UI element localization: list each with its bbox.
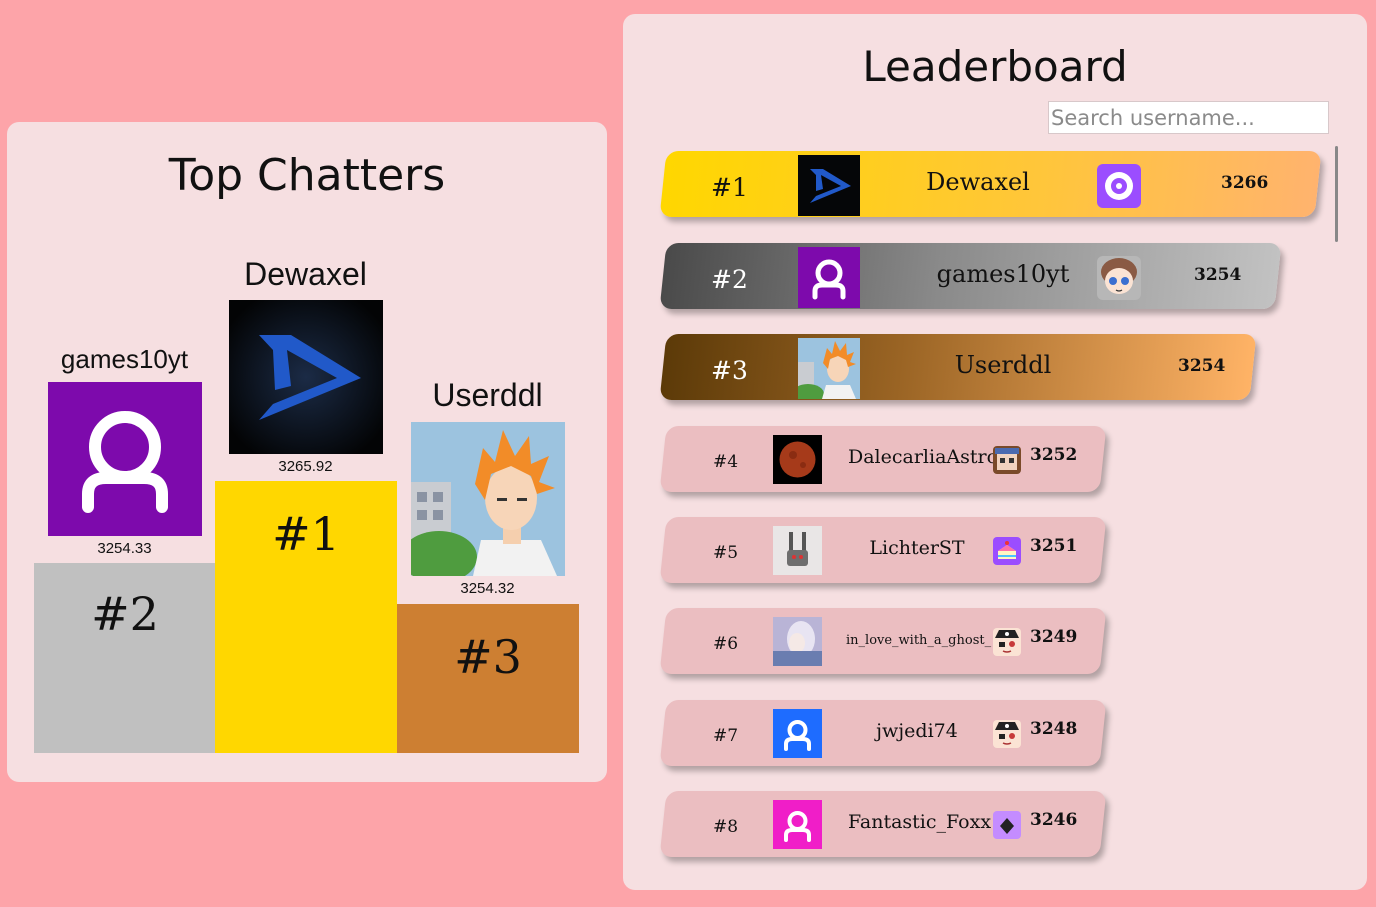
- row-username: Dewaxel: [926, 168, 1030, 196]
- podium-name-second: games10yt: [60, 344, 189, 374]
- podium-place-third: #3: [454, 630, 522, 684]
- top-chatters-panel: Top Chatters games10yt 3254.33 #2 Dewaxe…: [7, 122, 607, 782]
- podium-avatar-first[interactable]: [229, 300, 383, 454]
- row-avatar: [798, 247, 860, 308]
- podium-block-second: #2: [34, 563, 216, 753]
- leaderboard-row[interactable]: #6 in_love_with_a_ghost_ 3249: [659, 608, 1107, 674]
- row-rank: #1: [711, 173, 748, 202]
- row-badge-anime-girl-sticker: [1097, 256, 1141, 300]
- robot-figure-icon: [773, 526, 822, 575]
- top-chatters-title: Top Chatters: [168, 150, 446, 201]
- row-score: 3252: [1030, 445, 1078, 465]
- row-score: 3254: [1178, 356, 1226, 376]
- leaderboard-row[interactable]: #3 Userddl 3254: [659, 334, 1257, 400]
- leaderboard-row[interactable]: #4 DalecarliaAstro 3252: [659, 426, 1107, 492]
- leaderboard-panel: Leaderboard #1 Dewaxel 3266: [623, 14, 1367, 890]
- row-username: Userddl: [954, 351, 1052, 379]
- pirate-sticker-icon: [993, 628, 1021, 656]
- row-username: LichterST: [869, 537, 965, 559]
- podium-score-second: 3254.33: [97, 540, 152, 557]
- podium-place-first: #1: [272, 507, 340, 561]
- row-rank: #8: [713, 817, 739, 837]
- row-username: jwjedi74: [876, 720, 958, 742]
- podium-avatar-third[interactable]: [411, 422, 565, 576]
- row-badge-cake-icon: [993, 537, 1021, 565]
- row-username: DalecarliaAstro: [848, 446, 999, 468]
- podium-name-first: Dewaxel: [244, 256, 367, 292]
- row-rank: #3: [711, 356, 748, 385]
- row-username: in_love_with_a_ghost_: [846, 633, 992, 648]
- row-avatar: [773, 526, 822, 575]
- user-icon: [784, 811, 811, 842]
- row-rank: #6: [713, 634, 739, 654]
- search-username-input[interactable]: [1048, 101, 1329, 134]
- blood-moon-icon: [773, 435, 822, 484]
- row-rank: #7: [713, 726, 739, 746]
- user-icon: [784, 720, 811, 751]
- user-icon: [82, 411, 168, 513]
- row-avatar: [798, 155, 860, 216]
- podium-block-first: #1: [215, 481, 397, 753]
- podium-place-second: #2: [91, 587, 159, 641]
- anime-character-icon: [798, 338, 860, 399]
- row-score: 3249: [1030, 627, 1078, 647]
- row-avatar: [798, 338, 860, 399]
- row-score: 3248: [1030, 719, 1078, 739]
- anime-character-icon: [411, 422, 565, 576]
- leaderboard-row[interactable]: #1 Dewaxel 3266: [659, 151, 1322, 217]
- row-username: games10yt: [936, 260, 1070, 288]
- row-rank: #5: [713, 543, 739, 563]
- user-icon: [812, 259, 846, 300]
- row-rank: #2: [711, 265, 748, 294]
- dewaxel-logo-icon: [798, 155, 860, 216]
- row-rank: #4: [713, 452, 739, 472]
- row-avatar: [773, 800, 822, 849]
- row-avatar: [773, 709, 822, 758]
- row-score: 3254: [1194, 265, 1242, 285]
- row-score: 3251: [1030, 536, 1078, 556]
- podium-avatar-second[interactable]: [48, 382, 202, 536]
- row-badge-diamond-icon: [993, 811, 1021, 839]
- leaderboard-row[interactable]: #2 games10yt 3254: [659, 243, 1282, 309]
- diamond-icon: [993, 811, 1021, 839]
- podium-score-third: 3254.32: [460, 580, 515, 597]
- podium-name-third: Userddl: [432, 377, 543, 413]
- podium-block-third: #3: [397, 604, 579, 753]
- anime-ghost-girl-icon: [773, 617, 822, 666]
- row-badge-pixel-face-sticker: [993, 446, 1021, 474]
- music-disc-icon: [1097, 164, 1141, 208]
- leaderboard-row[interactable]: #5 LichterST 3251: [659, 517, 1107, 583]
- pirate-sticker-icon: [993, 720, 1021, 748]
- row-username: Fantastic_Foxx: [848, 811, 992, 833]
- row-avatar: [773, 617, 822, 666]
- leaderboard-title: Leaderboard: [862, 42, 1128, 91]
- row-badge-pirate-sticker: [993, 628, 1021, 656]
- row-score: 3266: [1221, 173, 1269, 193]
- leaderboard-row[interactable]: #7 jwjedi74 3248: [659, 700, 1107, 766]
- pixel-face-sticker-icon: [993, 446, 1021, 474]
- row-avatar: [773, 435, 822, 484]
- dewaxel-logo-icon: [229, 300, 383, 454]
- row-badge-pirate-sticker: [993, 720, 1021, 748]
- leaderboard-scrollbar[interactable]: [1335, 146, 1338, 242]
- row-score: 3246: [1030, 810, 1078, 830]
- leaderboard-row[interactable]: #8 Fantastic_Foxx 3246: [659, 791, 1107, 857]
- row-badge-music-disc-icon: [1097, 164, 1141, 208]
- cake-icon: [993, 537, 1021, 565]
- podium-score-first: 3265.92: [278, 458, 333, 475]
- anime-girl-sticker-icon: [1097, 256, 1141, 300]
